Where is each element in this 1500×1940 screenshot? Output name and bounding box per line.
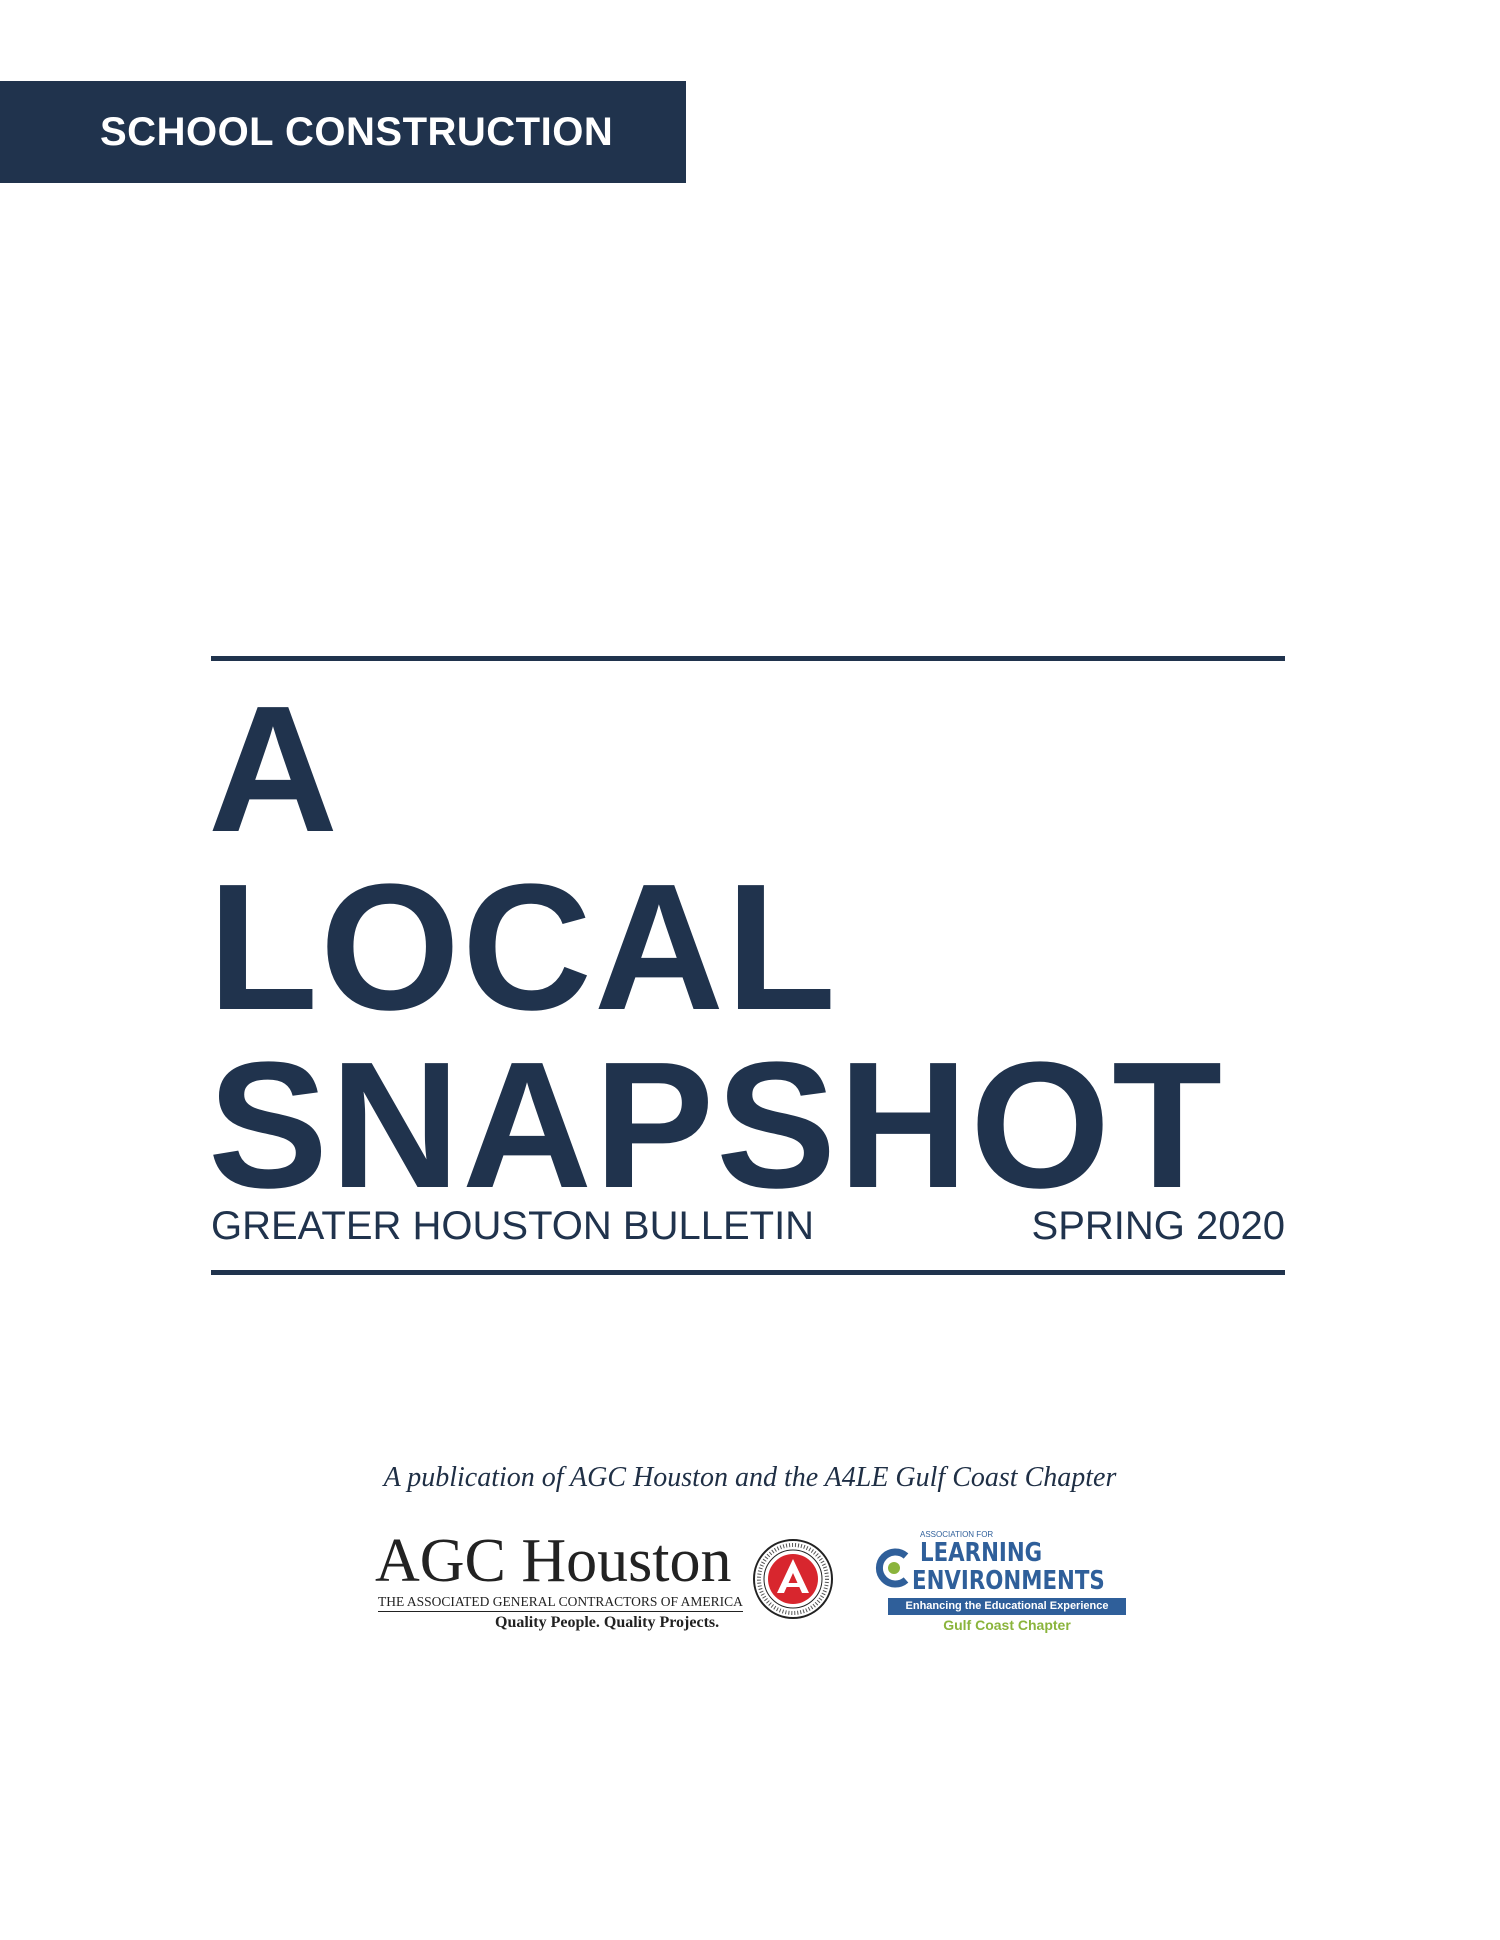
agc-logo-tagline: Quality People. Quality Projects. [495,1614,720,1631]
top-rule [211,656,1285,661]
a4le-swoosh-icon [875,1548,909,1588]
bottom-rule [211,1270,1285,1275]
a4le-chapter: Gulf Coast Chapter [943,1617,1071,1633]
section-banner: SCHOOL CONSTRUCTION [0,81,686,183]
a4le-band: Enhancing the Educational Experience [888,1598,1126,1615]
publication-note: A publication of AGC Houston and the A4L… [383,1462,1117,1493]
agc-logo-name: AGC Houston [375,1527,732,1595]
title-line-2: LOCAL [208,847,838,1048]
bulletin-name: GREATER HOUSTON BULLETIN [211,1204,815,1248]
title-line-3: SNAPSHOT [208,1025,1225,1226]
a4le-learning: LEARNING [920,1538,1043,1568]
section-label: SCHOOL CONSTRUCTION [100,109,614,154]
agc-logo-subtitle: THE ASSOCIATED GENERAL CONTRACTORS OF AM… [378,1594,743,1612]
issue-date: SPRING 2020 [1031,1204,1285,1248]
a4le-environments: ENVIRONMENTS [912,1566,1105,1596]
agc-seal-icon [753,1539,833,1619]
a4le-logo: ASSOCIATION FOR LEARNING ENVIRONMENTS En… [872,1520,1132,1640]
title-line-1: A [208,669,340,870]
